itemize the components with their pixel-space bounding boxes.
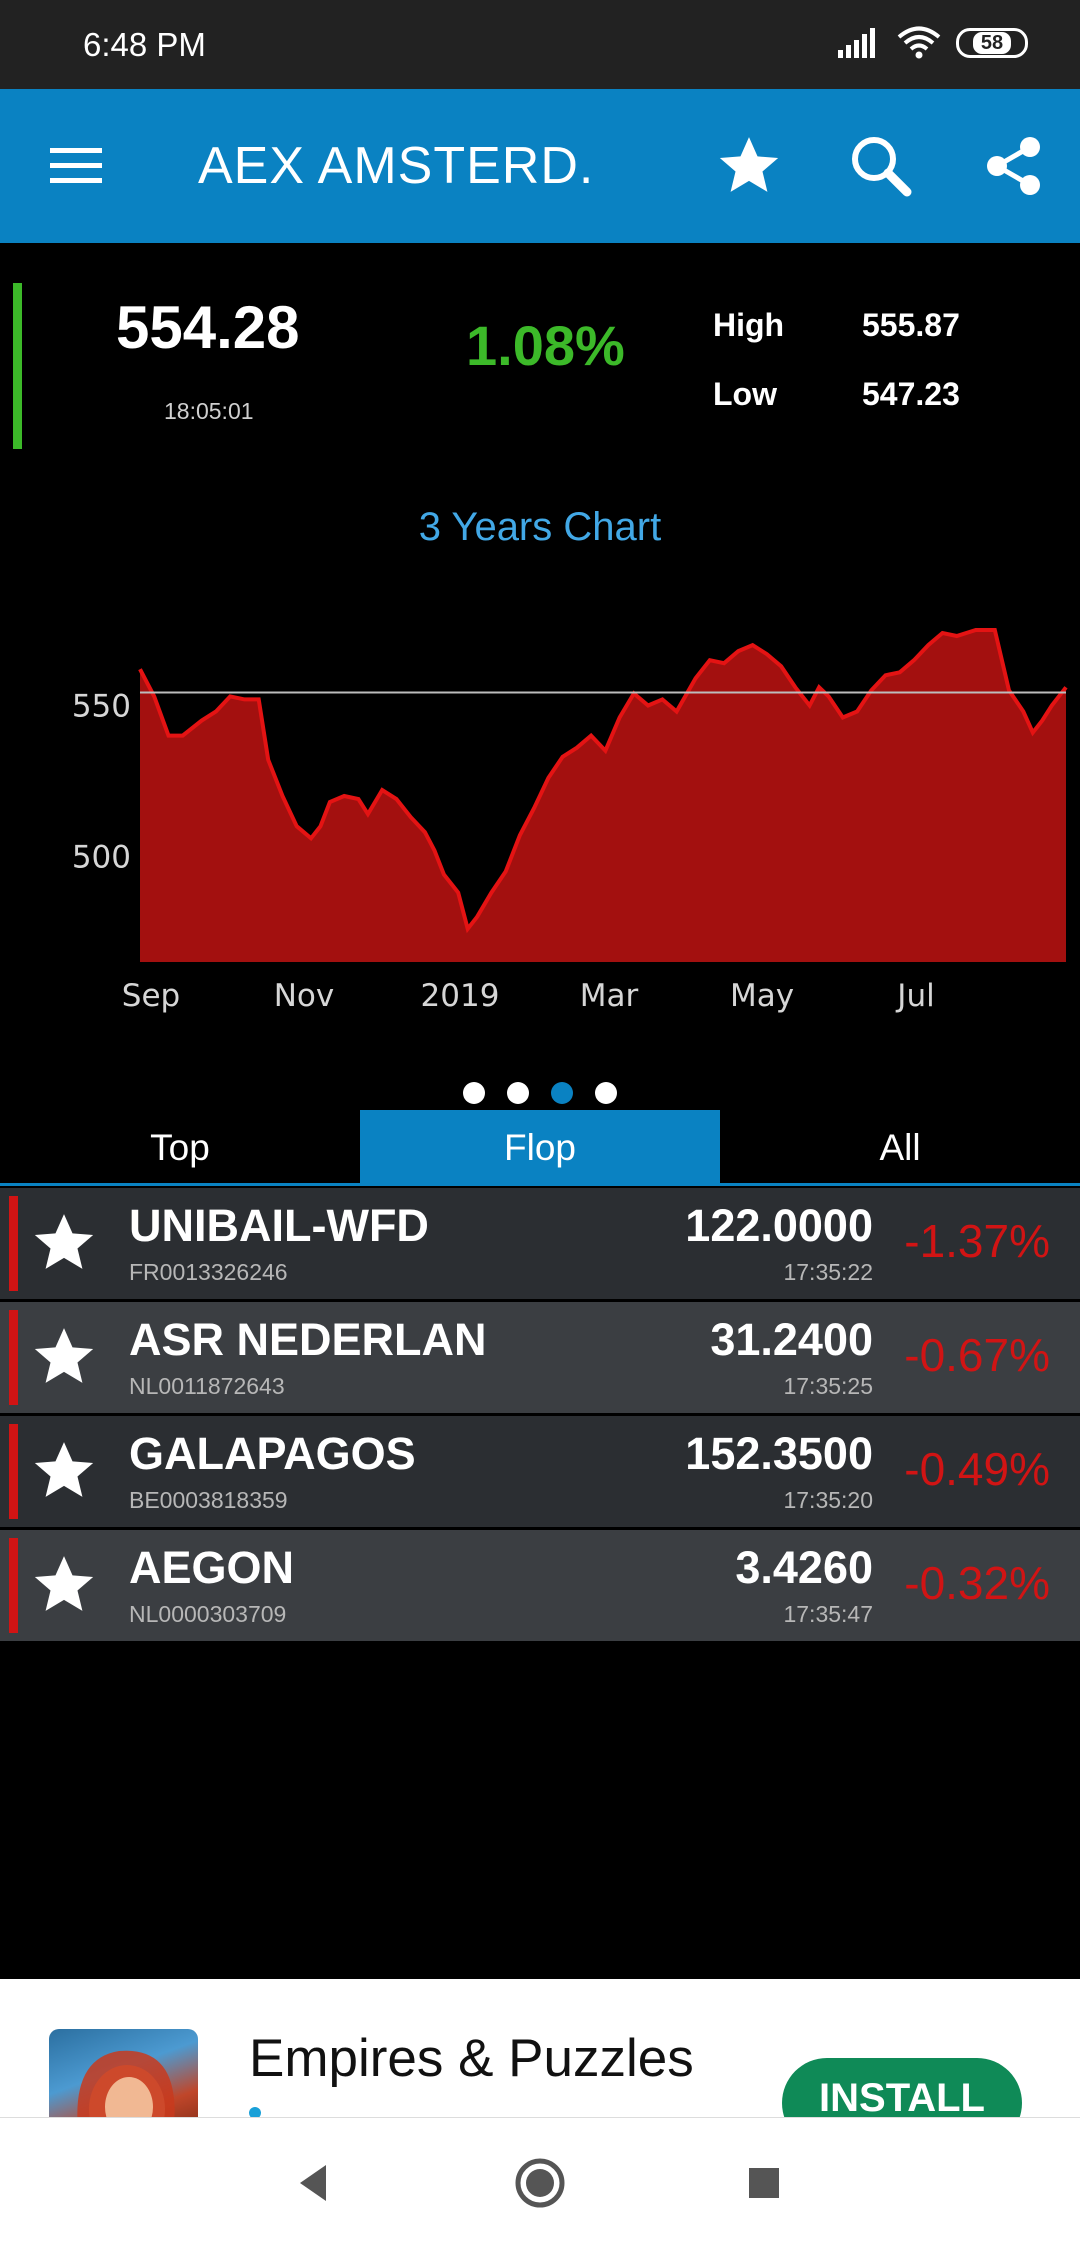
high-label: High bbox=[713, 307, 785, 343]
status-icons: 58 bbox=[838, 26, 1028, 60]
x-tick-label: Sep bbox=[122, 978, 180, 1014]
trend-indicator bbox=[9, 1310, 18, 1405]
stock-name: AEGON bbox=[129, 1542, 295, 1593]
pager-dot[interactable] bbox=[463, 1082, 485, 1104]
search-icon bbox=[852, 137, 912, 197]
tab-bar: Top Flop All bbox=[0, 1110, 1080, 1185]
pager-dots bbox=[0, 1082, 1080, 1104]
star-icon bbox=[34, 1442, 94, 1497]
search-button[interactable] bbox=[831, 89, 931, 243]
stock-price: 122.0000 bbox=[685, 1200, 873, 1251]
star-icon bbox=[34, 1328, 94, 1383]
favorite-toggle[interactable] bbox=[31, 1324, 97, 1390]
x-tick-label: 2019 bbox=[421, 978, 500, 1014]
back-icon bbox=[300, 2164, 326, 2201]
recents-icon bbox=[749, 2167, 779, 2198]
tab-underline bbox=[0, 1183, 1080, 1186]
game-app-icon[interactable] bbox=[49, 2029, 198, 2117]
battery-level: 58 bbox=[972, 32, 1012, 54]
favorite-button[interactable] bbox=[699, 89, 799, 243]
stock-time: 17:35:20 bbox=[783, 1487, 873, 1513]
stock-change: -0.67% bbox=[904, 1329, 1050, 1381]
status-bar: 6:48 PM 58 bbox=[0, 0, 1080, 89]
stock-change: -1.37% bbox=[904, 1215, 1050, 1267]
stock-row[interactable]: ASR NEDERLAN NL0011872643 31.2400 17:35:25 -… bbox=[0, 1302, 1080, 1413]
share-button[interactable] bbox=[964, 89, 1064, 243]
favorite-toggle[interactable] bbox=[31, 1210, 97, 1276]
stock-time: 17:35:25 bbox=[783, 1373, 873, 1399]
tab-all[interactable]: All bbox=[720, 1110, 1080, 1185]
status-time: 6:48 PM bbox=[83, 26, 206, 63]
pager-dot[interactable] bbox=[595, 1082, 617, 1104]
stock-isin: FR0013326246 bbox=[129, 1259, 288, 1285]
home-icon bbox=[515, 2158, 565, 2207]
stock-time: 17:35:47 bbox=[783, 1601, 873, 1627]
tab-flop[interactable]: Flop bbox=[360, 1110, 720, 1185]
low-label: Low bbox=[713, 376, 777, 412]
back-button[interactable] bbox=[257, 2118, 367, 2246]
ad-rating-icon bbox=[249, 2107, 261, 2117]
high-value: 555.87 bbox=[862, 307, 960, 343]
price-chart[interactable]: 550 500 Sep Nov 2019 Mar May Jul bbox=[0, 600, 1080, 1020]
recents-button[interactable] bbox=[709, 2118, 819, 2246]
trend-indicator bbox=[9, 1424, 18, 1519]
ad-banner[interactable]: Empires & Puzzles INSTALL bbox=[0, 1979, 1080, 2117]
trend-indicator bbox=[9, 1196, 18, 1291]
signal-icon bbox=[838, 28, 875, 58]
x-tick-label: May bbox=[730, 978, 794, 1014]
tab-top[interactable]: Top bbox=[0, 1110, 360, 1185]
menu-icon bbox=[50, 148, 102, 183]
stock-change: -0.49% bbox=[904, 1443, 1050, 1495]
trend-indicator bbox=[9, 1538, 18, 1633]
stock-name: UNIBAIL-WFD bbox=[129, 1200, 429, 1251]
trend-indicator bbox=[13, 283, 22, 449]
stock-isin: BE0003818359 bbox=[129, 1487, 288, 1513]
install-button[interactable]: INSTALL bbox=[782, 2058, 1022, 2117]
stock-time: 17:35:22 bbox=[783, 1259, 873, 1285]
index-time: 18:05:01 bbox=[164, 398, 254, 424]
wifi-icon bbox=[897, 26, 941, 59]
stock-price: 3.4260 bbox=[735, 1542, 873, 1593]
stock-price: 31.2400 bbox=[710, 1314, 873, 1365]
stock-change: -0.32% bbox=[904, 1557, 1050, 1609]
y-tick-label: 500 bbox=[72, 839, 131, 875]
battery-icon: 58 bbox=[956, 28, 1028, 58]
favorite-toggle[interactable] bbox=[31, 1438, 97, 1504]
menu-button[interactable] bbox=[36, 89, 116, 243]
home-button[interactable] bbox=[485, 2118, 595, 2246]
x-tick-label: Mar bbox=[580, 978, 639, 1014]
pager-dot[interactable] bbox=[551, 1082, 573, 1104]
chart-title: 3 Years Chart bbox=[418, 505, 662, 549]
stock-price: 152.3500 bbox=[685, 1428, 873, 1479]
star-icon bbox=[719, 137, 779, 192]
stock-row[interactable]: GALAPAGOS BE0003818359 152.3500 17:35:20 -0.… bbox=[0, 1416, 1080, 1527]
index-value: 554.28 bbox=[116, 294, 300, 361]
stock-row[interactable]: AEGON NL0000303709 3.4260 17:35:47 -0.32% bbox=[0, 1530, 1080, 1641]
stock-isin: NL0000303709 bbox=[129, 1601, 287, 1627]
system-nav-bar bbox=[0, 2117, 1080, 2246]
app-bar: AEX AMSTERD. bbox=[0, 89, 1080, 243]
pager-dot[interactable] bbox=[507, 1082, 529, 1104]
low-value: 547.23 bbox=[862, 376, 960, 412]
ad-title: Empires & Puzzles bbox=[249, 2029, 694, 2088]
stock-name: GALAPAGOS bbox=[129, 1428, 416, 1479]
x-tick-label: Nov bbox=[274, 978, 335, 1014]
x-tick-label: Jul bbox=[895, 978, 934, 1014]
stock-row[interactable]: UNIBAIL-WFD FR0013326246 122.0000 17:35:22 -… bbox=[0, 1188, 1080, 1299]
favorite-toggle[interactable] bbox=[31, 1552, 97, 1618]
share-icon bbox=[987, 137, 1040, 195]
star-icon bbox=[34, 1214, 94, 1269]
stock-isin: NL0011872643 bbox=[129, 1373, 285, 1399]
index-change: 1.08% bbox=[466, 314, 625, 377]
stock-name: ASR NEDERLAN bbox=[129, 1314, 487, 1365]
star-icon bbox=[34, 1556, 94, 1611]
page-title: AEX AMSTERD. bbox=[198, 137, 595, 195]
chart-area bbox=[140, 630, 1066, 962]
y-tick-label: 550 bbox=[72, 688, 131, 724]
